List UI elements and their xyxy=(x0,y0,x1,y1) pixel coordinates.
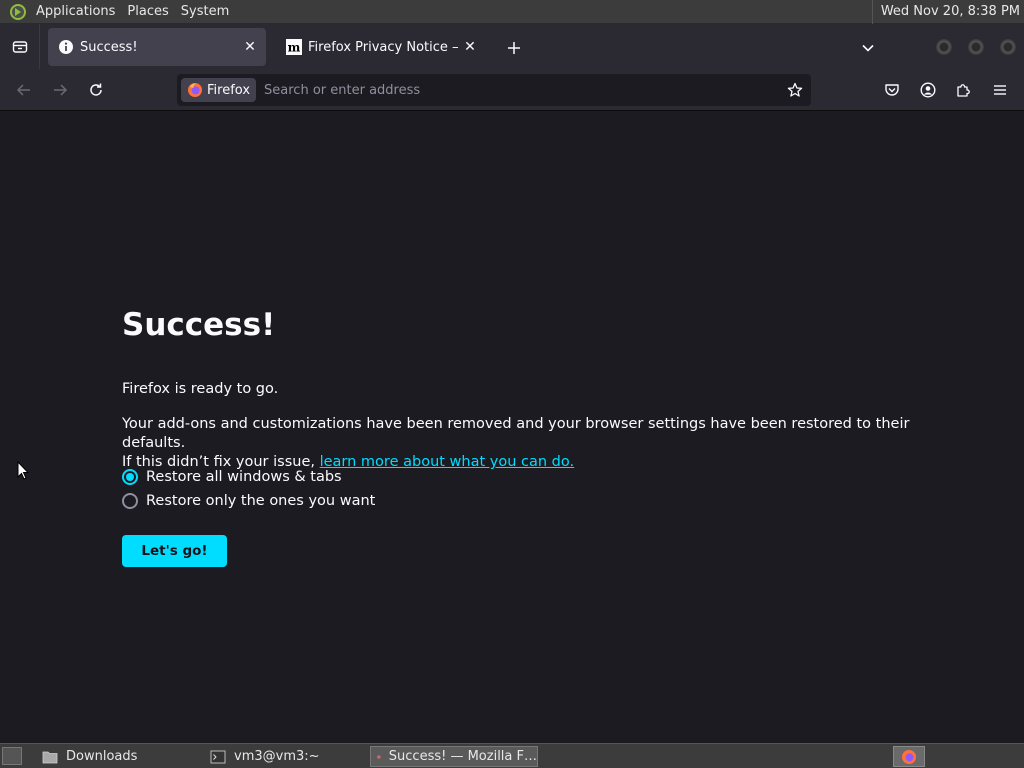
navigation-toolbar: Firefox xyxy=(0,69,1024,111)
taskbar-item-terminal[interactable]: vm3@vm3:~ xyxy=(204,746,364,767)
chevron-down-icon xyxy=(862,44,874,52)
ready-message: Firefox is ready to go. xyxy=(122,381,279,397)
taskbar-label: vm3@vm3:~ xyxy=(234,749,320,764)
identity-label: Firefox xyxy=(207,82,251,98)
page-content: Success! Firefox is ready to go. Your ad… xyxy=(0,111,1024,743)
reset-explanation: Your add-ons and customizations have bee… xyxy=(122,415,922,472)
forward-arrow-icon xyxy=(54,84,68,96)
hamburger-menu-icon xyxy=(994,85,1006,95)
mouse-cursor-icon xyxy=(17,461,29,480)
forward-button[interactable] xyxy=(47,77,73,103)
info-icon xyxy=(58,39,74,55)
taskbar-label: Downloads xyxy=(66,749,138,764)
svg-text:m: m xyxy=(288,41,301,55)
taskbar-item-firefox[interactable]: Success! — Mozilla F… xyxy=(370,746,538,767)
tab-title: Success! xyxy=(80,39,138,55)
back-button[interactable] xyxy=(11,77,37,103)
pocket-icon xyxy=(885,84,899,96)
tab-success[interactable]: Success! ✕ xyxy=(48,28,266,66)
reload-button[interactable] xyxy=(83,77,109,103)
minimize-window-button[interactable] xyxy=(936,39,952,55)
star-icon xyxy=(787,82,803,97)
applications-menu[interactable]: Applications xyxy=(30,0,121,24)
account-button[interactable] xyxy=(915,77,941,103)
firefox-logo-icon xyxy=(377,754,381,759)
learn-more-link[interactable]: learn more about what you can do. xyxy=(320,454,575,470)
plus-icon xyxy=(508,42,520,54)
taskbar-item-downloads[interactable]: Downloads xyxy=(36,746,196,767)
list-all-tabs-button[interactable] xyxy=(856,36,880,60)
taskbar-label: Success! — Mozilla F… xyxy=(388,749,537,764)
mozilla-m-icon: m xyxy=(286,39,302,55)
address-input[interactable] xyxy=(256,82,811,98)
tab-privacy-notice[interactable]: m Firefox Privacy Notice — Mozilla ✕ xyxy=(276,28,486,66)
places-menu[interactable]: Places xyxy=(121,0,174,24)
firefox-view-icon xyxy=(12,40,27,53)
system-top-panel: Applications Places System Wed Nov 20, 8… xyxy=(0,0,1024,24)
restore-all-option[interactable]: Restore all windows & tabs xyxy=(122,469,342,485)
firefox-view-button[interactable] xyxy=(0,24,40,69)
tab-title: Firefox Privacy Notice — Mozilla xyxy=(308,39,458,55)
account-icon xyxy=(920,82,936,98)
lets-go-button[interactable]: Let's go! xyxy=(122,535,227,567)
restore-some-radio[interactable] xyxy=(122,493,138,509)
restore-some-label[interactable]: Restore only the ones you want xyxy=(146,493,375,509)
bookmark-page-button[interactable] xyxy=(785,80,805,100)
system-menu[interactable]: System xyxy=(175,0,235,24)
application-menu-button[interactable] xyxy=(987,77,1013,103)
close-window-button[interactable] xyxy=(1000,39,1016,55)
restore-all-radio[interactable] xyxy=(122,469,138,485)
identity-box[interactable]: Firefox xyxy=(181,78,257,102)
page-title: Success! xyxy=(122,307,276,343)
mint-logo-icon[interactable] xyxy=(10,3,26,20)
tab-strip: Success! ✕ m Firefox Privacy Notice — Mo… xyxy=(0,24,1024,69)
puzzle-piece-icon xyxy=(957,84,970,97)
terminal-icon xyxy=(210,750,226,763)
firefox-logo-icon xyxy=(188,83,202,97)
reload-icon xyxy=(90,83,102,96)
explanation-line: Your add-ons and customizations have bee… xyxy=(122,416,910,451)
restore-some-option[interactable]: Restore only the ones you want xyxy=(122,493,375,509)
new-tab-button[interactable] xyxy=(502,36,526,60)
maximize-window-button[interactable] xyxy=(968,39,984,55)
back-arrow-icon xyxy=(16,84,30,96)
firefox-logo-icon xyxy=(902,749,916,764)
url-bar[interactable]: Firefox xyxy=(177,74,811,106)
restore-all-label[interactable]: Restore all windows & tabs xyxy=(146,469,342,485)
close-tab-icon[interactable]: ✕ xyxy=(458,35,482,59)
clock[interactable]: Wed Nov 20, 8:38 PM xyxy=(871,0,1024,24)
show-desktop-button[interactable] xyxy=(2,747,22,765)
extensions-button[interactable] xyxy=(951,77,977,103)
close-tab-icon[interactable]: ✕ xyxy=(238,35,262,59)
explanation-prefix: If this didn’t fix your issue, xyxy=(122,454,320,470)
folder-icon xyxy=(42,751,58,763)
pocket-button[interactable] xyxy=(879,77,905,103)
workspace-switcher[interactable] xyxy=(893,746,925,767)
bottom-taskbar: Downloads vm3@vm3:~ Success! — Mozilla F… xyxy=(0,743,1024,768)
